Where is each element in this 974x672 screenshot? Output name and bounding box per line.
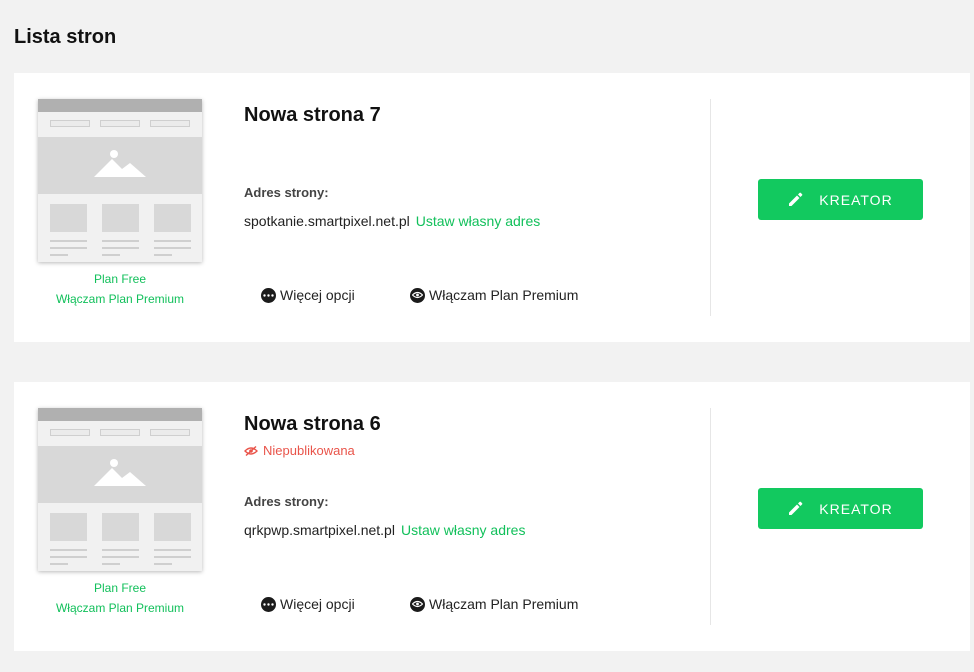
status-badge: Niepublikowana	[244, 443, 355, 458]
eye-slash-icon	[244, 445, 258, 456]
pencil-icon	[789, 501, 803, 515]
premium-eye-icon	[410, 287, 425, 303]
site-address: qrkpwp.smartpixel.net.pl	[244, 522, 395, 538]
editor-button-label: KREATOR	[819, 500, 893, 517]
site-address: spotkanie.smartpixel.net.pl	[244, 213, 410, 229]
site-card: Plan Free Włączam Plan Premium Nowa stro…	[14, 382, 970, 651]
plan-label: Plan Free	[93, 272, 147, 286]
image-placeholder-icon	[94, 150, 146, 177]
site-thumbnail[interactable]	[38, 99, 202, 262]
more-options-label: Więcej opcji	[280, 287, 355, 303]
more-options-label: Więcej opcji	[280, 596, 355, 612]
editor-button-label: KREATOR	[819, 191, 893, 208]
enable-premium-button[interactable]: Włączam Plan Premium	[410, 287, 578, 303]
editor-button[interactable]: KREATOR	[758, 488, 923, 529]
site-name: Nowa strona 7	[244, 104, 381, 126]
page-title: Lista stron	[14, 26, 117, 48]
pencil-icon	[789, 192, 803, 206]
site-card: Plan Free Włączam Plan Premium Nowa stro…	[14, 73, 970, 342]
plan-label: Plan Free	[93, 581, 147, 595]
site-thumbnail[interactable]	[38, 408, 202, 571]
more-options-button[interactable]: Więcej opcji	[261, 287, 355, 303]
enable-premium-button[interactable]: Włączam Plan Premium	[410, 596, 578, 612]
status-label: Niepublikowana	[263, 443, 355, 458]
enable-premium-label: Włączam Plan Premium	[429, 596, 579, 612]
divider	[710, 99, 711, 316]
address-label: Adres strony:	[244, 494, 329, 509]
divider	[710, 408, 711, 625]
editor-button[interactable]: KREATOR	[758, 179, 923, 220]
enable-premium-label: Włączam Plan Premium	[429, 287, 579, 303]
more-options-button[interactable]: Więcej opcji	[261, 596, 355, 612]
address-label: Adres strony:	[244, 185, 329, 200]
premium-eye-icon	[410, 596, 425, 612]
upgrade-plan-link[interactable]: Włączam Plan Premium	[38, 292, 202, 306]
image-placeholder-icon	[94, 459, 146, 486]
more-dots-icon	[261, 596, 276, 612]
more-dots-icon	[261, 287, 276, 303]
site-name: Nowa strona 6	[244, 413, 381, 435]
custom-address-link[interactable]: Ustaw własny adres	[416, 213, 541, 229]
upgrade-plan-link[interactable]: Włączam Plan Premium	[38, 601, 202, 615]
custom-address-link[interactable]: Ustaw własny adres	[401, 522, 526, 538]
